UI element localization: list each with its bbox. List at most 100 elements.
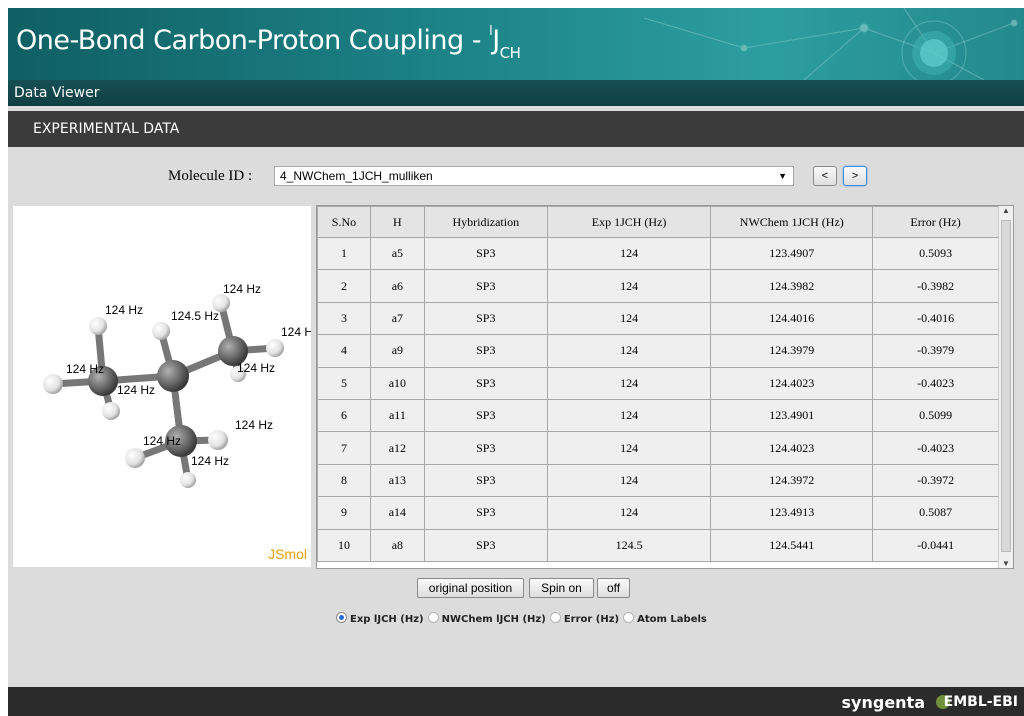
jsmol-logo: JSmol: [268, 546, 307, 562]
table-row[interactable]: 8 a13 SP3 124 124.3972 -0.3972: [317, 463, 999, 498]
table-cell: 2: [317, 269, 371, 303]
app-frame: One-Bond Carbon-Proton Coupling - lJCH D…: [8, 8, 1024, 716]
atom-label: 124 Hz: [66, 362, 104, 376]
radio-option[interactable]: Error (Hz): [549, 612, 619, 625]
radio-option[interactable]: NWChem lJCH (Hz): [427, 612, 546, 625]
table-cell: 124: [546, 301, 712, 336]
atom-label: 124 Hz: [143, 434, 181, 448]
original-position-button[interactable]: original position: [417, 578, 524, 598]
atom-label: 124 Hz: [235, 418, 273, 432]
table-cell: 124: [546, 366, 712, 400]
table-cell: a6: [369, 269, 425, 303]
jsmol-viewer[interactable]: 124 Hz 124 Hz 124.5 Hz 124 H 124 Hz 124 …: [13, 206, 311, 567]
table-cell: -0.0441: [872, 528, 999, 562]
scroll-up-icon[interactable]: ▲: [999, 206, 1013, 215]
table-scrollbar[interactable]: ▲ ▼: [998, 206, 1013, 568]
table-cell: 3: [317, 301, 371, 336]
table-cell: SP3: [423, 334, 548, 368]
page-title: One-Bond Carbon-Proton Coupling - lJCH: [16, 24, 521, 62]
table-row[interactable]: 1 a5 SP3 124 123.4907 0.5093: [317, 236, 999, 271]
footer: syngenta EMBL-EBI: [8, 687, 1024, 716]
dropdown-arrow-icon: ▼: [778, 171, 787, 181]
table-row[interactable]: 10 a8 SP3 124.5 124.5441 -0.0441: [317, 528, 999, 562]
table-row[interactable]: 7 a12 SP3 124 124.4023 -0.4023: [317, 431, 999, 465]
table-cell: a9: [369, 334, 425, 368]
table-row[interactable]: 6 a11 SP3 124 123.4901 0.5099: [317, 398, 999, 433]
next-molecule-button[interactable]: >: [843, 166, 867, 186]
column-header: NWChem 1JCH (Hz): [710, 206, 874, 238]
table-header-row: S.No H Hybridization Exp 1JCH (Hz) NWChem 1J…: [317, 206, 999, 238]
table-row[interactable]: 9 a14 SP3 124 123.4913 0.5087: [317, 496, 999, 530]
table-cell: 124.3979: [710, 334, 874, 368]
radio-option[interactable]: Exp lJCH (Hz): [336, 612, 424, 625]
radio-icon[interactable]: [549, 612, 561, 623]
table-cell: a10: [369, 366, 425, 400]
table-cell: -0.4023: [872, 431, 999, 465]
table-cell: 124.4016: [710, 301, 874, 336]
table-cell: 124: [546, 496, 712, 530]
table-cell: 124: [546, 236, 712, 271]
table-cell: 7: [317, 431, 371, 465]
label-mode-radio-group: Exp lJCH (Hz) NWChem lJCH (Hz) Error (Hz) A…: [336, 612, 711, 628]
spin-on-button[interactable]: Spin on: [529, 578, 594, 598]
table-row[interactable]: 5 a10 SP3 124 124.4023 -0.4023: [317, 366, 999, 400]
atom-label: 124 Hz: [223, 282, 261, 296]
atom-label: 124 Hz: [117, 383, 155, 397]
table-cell: 124.3972: [710, 463, 874, 498]
syngenta-logo: syngenta: [841, 693, 925, 712]
table-cell: -0.4016: [872, 301, 999, 336]
table-cell: -0.3972: [872, 463, 999, 498]
table-cell: -0.3982: [872, 269, 999, 303]
scrollbar-thumb[interactable]: [1001, 220, 1011, 552]
molecule-id-value: 4_NWChem_1JCH_mulliken: [280, 169, 433, 183]
table-cell: SP3: [423, 463, 548, 498]
table-cell: 124.5: [546, 528, 712, 562]
table-cell: 124: [546, 269, 712, 303]
table-cell: 0.5087: [872, 496, 999, 530]
table-cell: 123.4907: [710, 236, 874, 271]
coupling-data-table-container[interactable]: S.No H Hybridization Exp 1JCH (Hz) NWChem 1J…: [316, 205, 1014, 569]
molecule-id-select[interactable]: 4_NWChem_1JCH_mulliken ▼: [274, 166, 794, 186]
table-cell: -0.4023: [872, 366, 999, 400]
molecule-selector-row: Molecule ID : 4_NWChem_1JCH_mulliken ▼ <…: [8, 165, 1024, 189]
column-header: H: [369, 206, 425, 238]
coupling-data-table: S.No H Hybridization Exp 1JCH (Hz) NWChem 1J…: [317, 206, 999, 562]
column-header: S.No: [317, 206, 371, 238]
table-cell: 4: [317, 334, 371, 368]
spin-off-button[interactable]: off: [597, 578, 630, 598]
atom-label: 124 Hz: [105, 303, 143, 317]
molecule-3d-model[interactable]: 124 Hz 124 Hz 124.5 Hz 124 H 124 Hz 124 …: [13, 206, 311, 567]
atom-label: 124 H: [281, 325, 311, 339]
table-cell: 6: [317, 398, 371, 433]
atom-label: 124.5 Hz: [171, 309, 219, 323]
atom-label: 124 Hz: [237, 361, 275, 375]
table-cell: 124.5441: [710, 528, 874, 562]
table-cell: SP3: [423, 301, 548, 336]
radio-option[interactable]: Atom Labels: [623, 612, 707, 625]
table-cell: 123.4901: [710, 398, 874, 433]
table-cell: 1: [317, 236, 371, 271]
table-cell: SP3: [423, 269, 548, 303]
table-cell: 124.4023: [710, 431, 874, 465]
table-cell: SP3: [423, 398, 548, 433]
table-body: 1 a5 SP3 124 123.4907 0.5093 2 a6 SP3 124 124.3982…: [317, 236, 999, 562]
table-cell: 124.4023: [710, 366, 874, 400]
experimental-data-bar: EXPERIMENTAL DATA: [8, 111, 1024, 147]
column-header: Hybridization: [423, 206, 548, 238]
table-row[interactable]: 4 a9 SP3 124 124.3979 -0.3979: [317, 334, 999, 368]
column-header: Error (Hz): [872, 206, 999, 238]
table-cell: 5: [317, 366, 371, 400]
table-row[interactable]: 3 a7 SP3 124 124.4016 -0.4016: [317, 301, 999, 336]
scroll-down-icon[interactable]: ▼: [999, 559, 1013, 568]
radio-icon[interactable]: [427, 612, 439, 623]
table-cell: a5: [369, 236, 425, 271]
table-cell: 124: [546, 334, 712, 368]
radio-icon[interactable]: [336, 612, 347, 623]
radio-label: NWChem lJCH (Hz): [441, 614, 546, 625]
radio-label: Atom Labels: [637, 614, 707, 625]
table-row[interactable]: 2 a6 SP3 124 124.3982 -0.3982: [317, 269, 999, 303]
molecule-network-graphic: [643, 8, 1018, 80]
radio-icon[interactable]: [623, 612, 635, 623]
table-cell: a7: [369, 301, 425, 336]
previous-molecule-button[interactable]: <: [813, 166, 837, 186]
